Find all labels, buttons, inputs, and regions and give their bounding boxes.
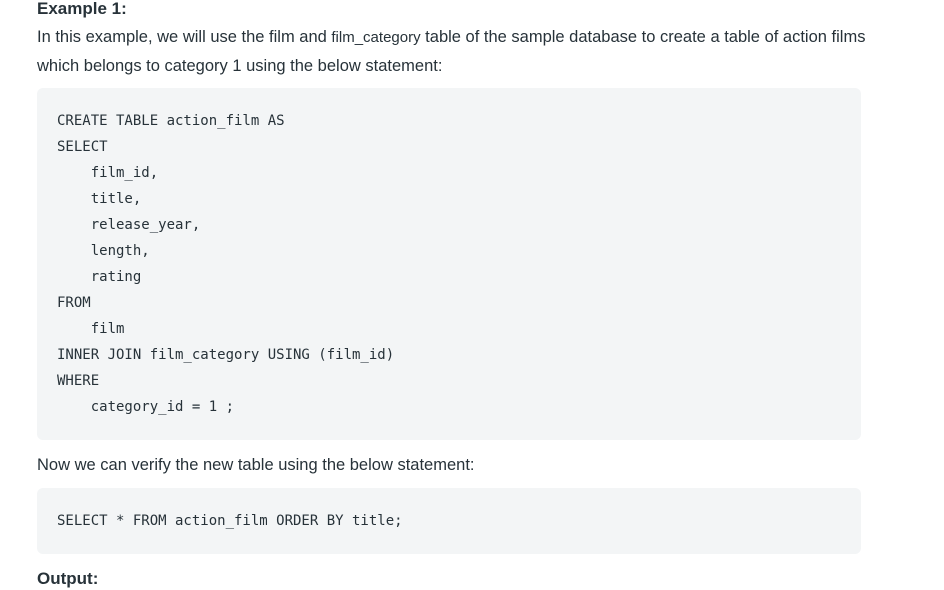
output-heading: Output: [37, 569, 99, 588]
verify-paragraph: Now we can verify the new table using th… [37, 456, 475, 474]
code-block-create-table[interactable]: CREATE TABLE action_film AS SELECT film_… [37, 88, 861, 440]
code-line: FROM [57, 295, 91, 311]
code-lines: SELECT * FROM action_film ORDER BY title… [57, 508, 403, 534]
code-line: WHERE [57, 373, 100, 389]
code-line: rating [57, 269, 142, 285]
code-line: film [57, 321, 125, 337]
code-line: SELECT * FROM action_film ORDER BY title… [57, 513, 403, 529]
code-line: title, [57, 191, 142, 207]
code-lines: CREATE TABLE action_film AS SELECT film_… [57, 108, 394, 420]
code-line: length, [57, 243, 150, 259]
code-line: category_id = 1 ; [57, 399, 235, 415]
intro-text-before: In this example, we will use the film an… [37, 28, 332, 46]
code-line: film_id, [57, 165, 159, 181]
page-scrollbar[interactable] [930, 0, 944, 589]
code-line: CREATE TABLE action_film AS [57, 113, 285, 129]
code-block-select[interactable]: SELECT * FROM action_film ORDER BY title… [37, 488, 861, 554]
scrollbar-thumb[interactable] [934, 0, 940, 589]
intro-paragraph: In this example, we will use the film an… [37, 23, 877, 80]
inline-code-film-category: film_category [331, 29, 421, 46]
code-line: INNER JOIN film_category USING (film_id) [57, 347, 395, 363]
code-line: SELECT [57, 139, 108, 155]
code-line: release_year, [57, 217, 201, 233]
example-heading: Example 1: [37, 0, 127, 18]
